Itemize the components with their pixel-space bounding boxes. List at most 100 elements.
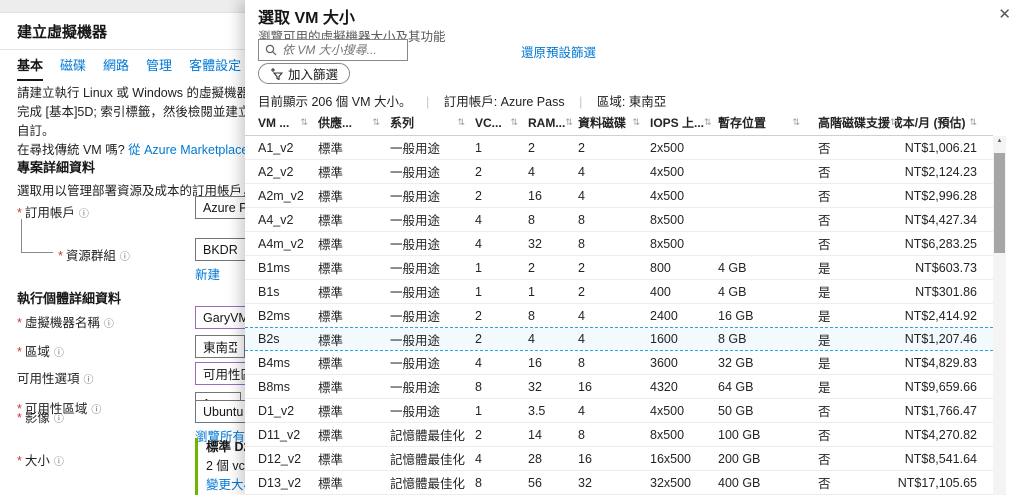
table-row[interactable]: D13_v2 標準 記憶體最佳化 8 56 32 32x500 400 GB 否 NT$17,10… (245, 471, 993, 495)
info-icon: ⓘ (53, 348, 64, 359)
table-row[interactable]: A2m_v2 標準 一般用途 2 16 4 4x500 否 NT$2,996.28 (245, 184, 993, 208)
tabs: 基本磁碟網路管理客體設定標籤 (17, 55, 245, 81)
table-row[interactable]: B1ms 標準 一般用途 1 2 2 800 4 GB 是 NT$603.73 (245, 256, 993, 280)
cell-ram: 8 (528, 308, 535, 323)
column-header[interactable]: 系列 ⇅ (390, 114, 475, 131)
column-header[interactable]: RAM... ⇅ (528, 116, 578, 130)
filter-plus-icon (270, 67, 283, 80)
cell-ram: 2 (528, 140, 535, 155)
cell-disks: 4 (578, 188, 585, 203)
cell-offer: 標準 (318, 166, 344, 180)
column-header[interactable]: 資料磁碟 ⇅ (578, 114, 650, 131)
availability-options-select[interactable] (195, 362, 245, 385)
vm-name-input[interactable] (195, 306, 245, 329)
status-line: 目前顯示 206 個 VM 大小。 | 訂用帳戶: Azure Pass | 區… (258, 91, 666, 110)
add-filter-button[interactable]: 加入篩選 (258, 63, 351, 84)
sort-icon: ⇅ (565, 117, 573, 127)
cell-iops: 800 (650, 260, 671, 275)
cell-ram: 14 (528, 427, 542, 442)
cell-disks: 4 (578, 308, 585, 323)
cell-family: 一般用途 (390, 405, 441, 419)
table-row[interactable]: A1_v2 標準 一般用途 1 2 2 2x500 否 NT$1,006.21 (245, 136, 993, 160)
cell-ram: 56 (528, 475, 542, 490)
tab-1[interactable]: 基本 (17, 55, 44, 81)
tab-2[interactable]: 磁碟 (60, 55, 86, 81)
subscription-input[interactable] (195, 196, 245, 219)
column-header[interactable]: IOPS 上... ⇅ (650, 114, 718, 131)
table-row[interactable]: B1s 標準 一般用途 1 1 2 400 4 GB 是 NT$301.86 (245, 280, 993, 304)
cell-offer: 標準 (318, 310, 344, 324)
cell-cost: NT$1,207.46 (904, 332, 977, 346)
page-title: 建立虛擬機器 (17, 24, 108, 41)
cell-temp: 50 GB (718, 403, 754, 418)
cell-name: B1ms (258, 260, 290, 275)
marketplace-link[interactable]: 從 Azure Marketplace 建 (128, 143, 245, 157)
cell-ram: 4 (528, 332, 535, 346)
resource-group-input[interactable] (195, 238, 245, 261)
cell-ram: 28 (528, 451, 542, 466)
cell-family: 一般用途 (390, 381, 441, 395)
cell-offer: 標準 (318, 429, 344, 443)
cell-ram: 32 (528, 236, 542, 251)
column-header[interactable]: 供應... ⇅ (318, 114, 390, 131)
cell-disks: 32 (578, 475, 592, 490)
cell-temp: 32 GB (718, 355, 754, 370)
cell-iops: 2x500 (650, 140, 685, 155)
table-row[interactable]: D1_v2 標準 一般用途 1 3.5 4 4x500 50 GB 否 NT$1,766.47 (245, 399, 993, 423)
column-header[interactable]: 成本/月 (預估) ⇅ (895, 114, 993, 131)
table-row[interactable]: A4_v2 標準 一般用途 4 8 8 8x500 否 NT$4,427.34 (245, 208, 993, 232)
size-name: 標準 D2 (206, 440, 245, 454)
column-header[interactable]: 暫存位置 ⇅ (718, 114, 810, 131)
cell-name: D12_v2 (258, 451, 302, 466)
tab-4[interactable]: 管理 (146, 55, 172, 81)
create-new-link[interactable]: 新建 (195, 264, 220, 283)
cell-temp: 400 GB (718, 475, 761, 490)
column-header-label: 成本/月 (預估) (895, 116, 966, 130)
search-icon (265, 44, 277, 56)
column-header[interactable]: VC... ⇅ (475, 116, 528, 130)
required-marker: * (17, 454, 22, 468)
cell-iops: 4x500 (650, 188, 685, 203)
table-row[interactable]: B4ms 標準 一般用途 4 16 8 3600 32 GB 是 NT$4,829.83 (245, 351, 993, 375)
image-select[interactable] (195, 400, 245, 423)
cell-ram: 4 (528, 164, 535, 179)
column-header-label: VM ... (258, 115, 290, 130)
cell-temp: 4 GB (718, 260, 747, 275)
cell-name: D11_v2 (258, 427, 301, 442)
vm-size-search[interactable] (258, 39, 408, 61)
cell-vcpus: 4 (475, 212, 482, 227)
cell-offer: 標準 (318, 405, 344, 419)
table-row[interactable]: D12_v2 標準 記憶體最佳化 4 28 16 16x500 200 GB 否 NT$8,541… (245, 447, 993, 471)
info-icon: ⓘ (53, 457, 64, 468)
table-row[interactable]: B8ms 標準 一般用途 8 32 16 4320 64 GB 是 NT$9,659.66 (245, 375, 993, 399)
vm-name-label: * 虛擬機器名稱 ⓘ (17, 316, 114, 330)
column-header[interactable]: 高階磁碟支援 ⇅ (810, 114, 895, 131)
region-select[interactable] (195, 335, 245, 358)
scroll-up-icon[interactable]: ▲ (993, 138, 1006, 144)
cell-vcpus: 2 (475, 308, 482, 323)
cell-name: B2s (258, 332, 280, 346)
tab-5[interactable]: 客體設定 (189, 55, 241, 81)
intro-line: 請建立執行 Linux 或 Windows 的虛擬機器，請 (17, 86, 245, 100)
scrollbar-thumb[interactable] (994, 153, 1005, 253)
table-row-selected[interactable]: B2s 標準 一般用途 2 4 4 1600 8 GB 是 NT$1,207.46 (245, 327, 993, 351)
close-icon[interactable]: ✕ (998, 5, 1011, 23)
tab-3[interactable]: 網路 (103, 55, 129, 81)
change-size-link[interactable]: 變更大小 (206, 478, 245, 492)
reset-default-filters-link[interactable]: 還原預設篩選 (521, 42, 596, 61)
table-row[interactable]: A2_v2 標準 一般用途 2 4 4 4x500 否 NT$2,124.23 (245, 160, 993, 184)
cell-ram: 2 (528, 260, 535, 275)
cell-premium: 否 (818, 142, 831, 156)
table-row[interactable]: A4m_v2 標準 一般用途 4 32 8 8x500 否 NT$6,283.25 (245, 232, 993, 256)
sort-icon: ⇅ (300, 117, 308, 127)
info-icon: ⓘ (78, 209, 89, 220)
search-input[interactable] (282, 43, 392, 57)
cell-offer: 標準 (318, 142, 344, 156)
column-header[interactable]: VM ... ⇅ (245, 116, 318, 130)
table-row[interactable]: B2ms 標準 一般用途 2 8 4 2400 16 GB 是 NT$2,414.92 (245, 304, 993, 328)
column-header-label: 系列 (390, 116, 415, 130)
cell-ram: 16 (528, 188, 542, 203)
cell-vcpus: 8 (475, 379, 482, 394)
table-scrollbar[interactable]: ▲ (993, 136, 1006, 495)
table-row[interactable]: D11_v2 標準 記憶體最佳化 2 14 8 8x500 100 GB 否 NT$4,270.8… (245, 423, 993, 447)
